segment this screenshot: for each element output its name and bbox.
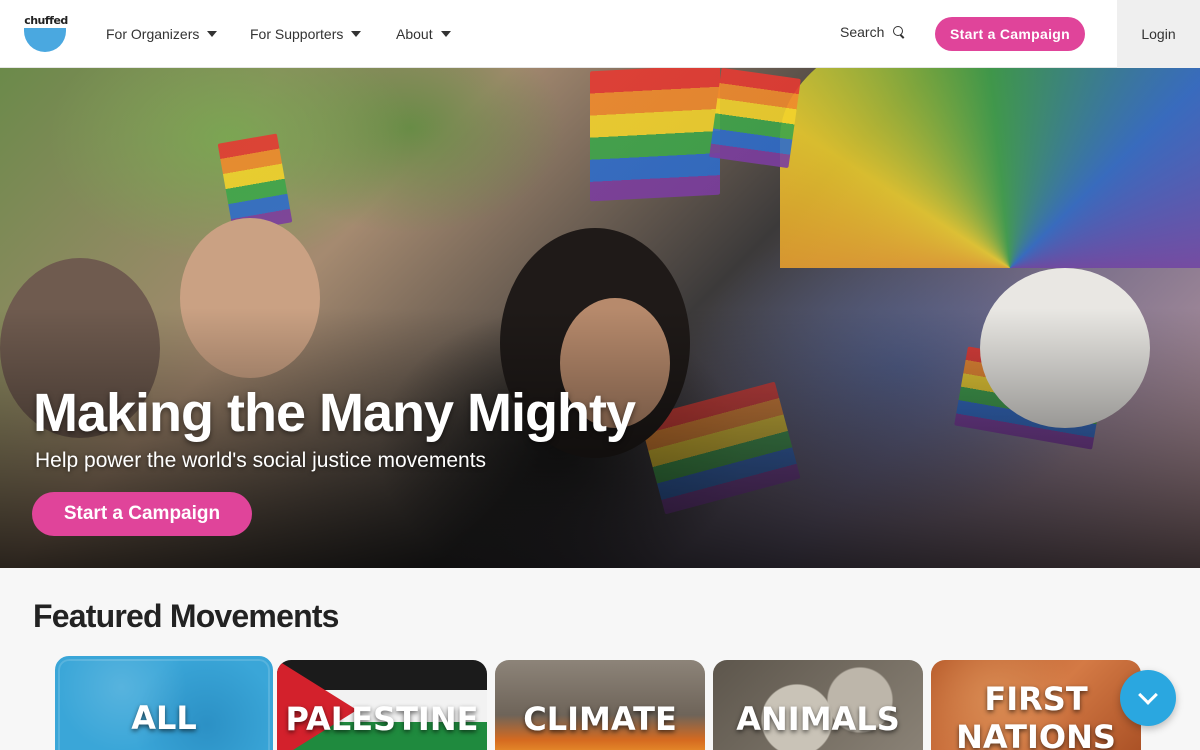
movement-card-label: ANIMALS	[736, 700, 900, 738]
search-icon	[892, 25, 905, 39]
start-campaign-header-button[interactable]: Start a Campaign	[935, 17, 1085, 51]
search-label: Search	[840, 24, 885, 40]
nav-label: For Organizers	[106, 26, 200, 42]
hero-subtitle: Help power the world's social justice mo…	[35, 449, 487, 472]
caret-down-icon	[351, 31, 362, 37]
rainbow-flag-image	[709, 68, 801, 169]
movement-card-label: FIRST NATIONS	[956, 680, 1116, 750]
nav-for-supporters[interactable]: For Supporters	[250, 24, 362, 44]
site-header: chuffed For Organizers For Supporters Ab…	[0, 0, 1200, 68]
movement-card-first-nations[interactable]: FIRST NATIONS	[931, 660, 1141, 750]
chevron-down-icon	[1138, 685, 1158, 705]
nav-for-organizers[interactable]: For Organizers	[106, 24, 218, 44]
movement-card-climate[interactable]: CLIMATE	[495, 660, 705, 750]
chuffed-logo[interactable]: chuffed	[24, 14, 68, 52]
featured-movements-title: Featured Movements	[33, 598, 339, 634]
movement-card-label: ALL	[131, 699, 197, 737]
start-campaign-hero-button[interactable]: Start a Campaign	[32, 492, 252, 536]
hero-title: Making the Many Mighty	[33, 383, 636, 443]
caret-down-icon	[440, 31, 451, 37]
logo-disc-icon	[24, 28, 66, 52]
movement-card-palestine[interactable]: PALESTINE	[277, 660, 487, 750]
movement-card-all[interactable]: ALL	[55, 656, 273, 750]
nav-label: About	[396, 26, 433, 42]
nav-about[interactable]: About	[396, 24, 451, 44]
chat-widget-button[interactable]	[1120, 670, 1176, 726]
rainbow-flag-image	[590, 68, 720, 202]
movement-card-animals[interactable]: ANIMALS	[713, 660, 923, 750]
movement-card-label: PALESTINE	[285, 700, 479, 738]
hero-banner: Making the Many Mighty Help power the wo…	[0, 68, 1200, 568]
login-button[interactable]: Login	[1117, 0, 1200, 68]
movement-card-label: CLIMATE	[523, 700, 677, 738]
logo-text: chuffed	[24, 14, 68, 27]
search-button[interactable]: Search	[840, 24, 905, 40]
caret-down-icon	[207, 31, 218, 37]
rainbow-umbrella-image	[780, 68, 1200, 268]
nav-label: For Supporters	[250, 26, 344, 42]
